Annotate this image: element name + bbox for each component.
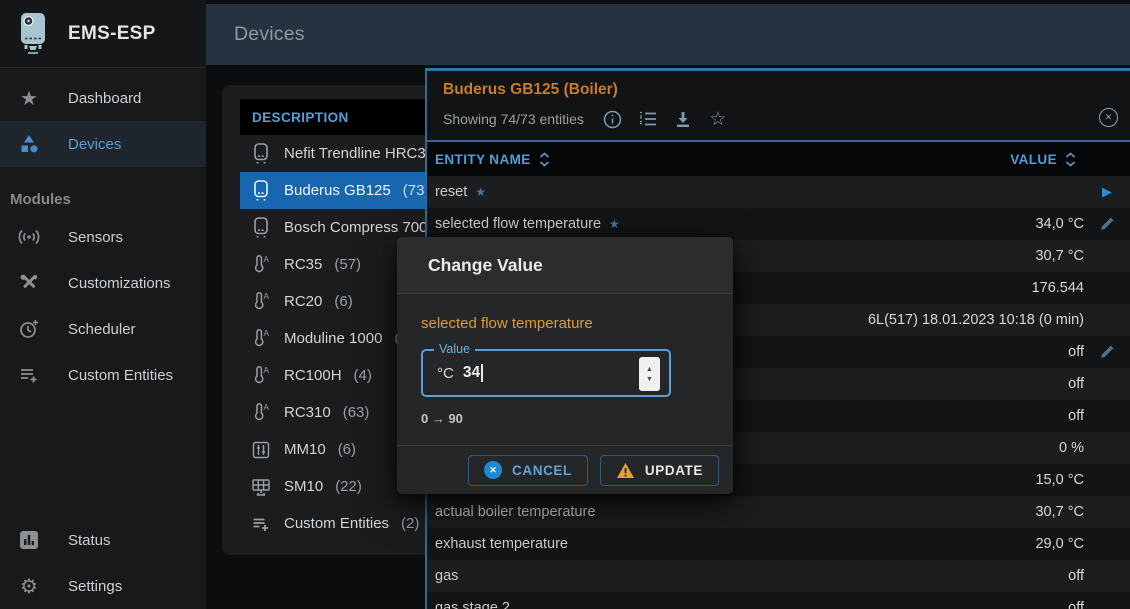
- dialog-entity-name: selected flow temperature: [421, 315, 709, 332]
- thermostat-icon: A: [250, 255, 272, 274]
- sidebar-item-label: Sensors: [68, 229, 123, 246]
- gear-icon: ⚙: [16, 574, 42, 599]
- favorites-filter-star-icon[interactable]: ☆: [708, 109, 728, 129]
- info-icon[interactable]: [603, 109, 623, 129]
- thermostat-icon: A: [250, 366, 272, 385]
- entities-panel-title: Buderus GB125 (Boiler): [427, 71, 1130, 101]
- table-row[interactable]: selected flow temperature★ 34,0 °C: [427, 208, 1130, 240]
- boiler-icon: [250, 217, 272, 238]
- value-unit: °C: [437, 365, 454, 382]
- column-value[interactable]: VALUE: [1010, 152, 1114, 167]
- change-value-dialog: Change Value selected flow temperature V…: [397, 237, 733, 494]
- sidebar-item-label: Settings: [68, 578, 122, 595]
- tools-icon: [16, 273, 42, 293]
- sidebar-item-label: Dashboard: [68, 90, 141, 107]
- page-title: Devices: [234, 23, 305, 46]
- edit-pencil-icon[interactable]: [1099, 216, 1115, 232]
- favorite-star-icon: ★: [609, 217, 620, 231]
- cancel-x-icon: ✕: [484, 461, 502, 479]
- category-icon: [16, 134, 42, 154]
- sort-icon: [1065, 152, 1076, 167]
- list-plus-icon: [16, 366, 42, 384]
- run-command-icon[interactable]: ▶: [1102, 184, 1112, 200]
- column-entity-name[interactable]: ENTITY NAME: [435, 152, 550, 167]
- spinner-down-icon[interactable]: ▼: [646, 376, 653, 383]
- svg-text:A: A: [264, 292, 270, 301]
- value-input[interactable]: Value °C 34 ▲ ▼: [421, 349, 671, 397]
- text-caret: [481, 364, 483, 382]
- sidebar-item-custom-entities[interactable]: Custom Entities: [0, 352, 206, 398]
- boiler-logo-icon: [12, 10, 54, 58]
- dialog-footer: ✕ CANCEL UPDATE: [397, 445, 733, 494]
- mixer-icon: [250, 441, 272, 459]
- status-chart-icon: [16, 530, 42, 550]
- close-panel-icon[interactable]: ✕: [1099, 108, 1118, 127]
- download-icon[interactable]: [673, 109, 693, 129]
- sidebar-item-scheduler[interactable]: Scheduler: [0, 306, 206, 352]
- sensor-broadcast-icon: [16, 228, 42, 246]
- sidebar-item-label: Scheduler: [68, 321, 136, 338]
- table-row[interactable]: actual boiler temperature 30,7 °C: [427, 496, 1130, 528]
- entities-toolbar: Showing 74/73 entities ☆ ✕: [427, 101, 1130, 142]
- boiler-icon: [250, 180, 272, 201]
- clock-plus-icon: [16, 319, 42, 339]
- sidebar-item-label: Customizations: [68, 275, 171, 292]
- numbered-list-icon[interactable]: [638, 109, 658, 129]
- sort-icon: [539, 152, 550, 167]
- dialog-title: Change Value: [397, 237, 733, 294]
- sidebar-item-label: Devices: [68, 136, 121, 153]
- svg-text:A: A: [264, 329, 270, 338]
- solar-panel-icon: [250, 478, 272, 496]
- spinner-up-icon[interactable]: ▲: [646, 366, 653, 373]
- thermostat-icon: A: [250, 329, 272, 348]
- table-row[interactable]: gas off: [427, 560, 1130, 592]
- value-range-hint: 0 → 90: [421, 411, 709, 426]
- sidebar-item-status[interactable]: Status: [0, 517, 206, 563]
- list-plus-icon: [250, 516, 272, 532]
- sidebar-item-customizations[interactable]: Customizations: [0, 260, 206, 306]
- page-header: Devices: [206, 4, 1130, 65]
- modules-section-label: Modules: [10, 191, 206, 208]
- sidebar: EMS-ESP ★ Dashboard Devices Modules: [0, 0, 206, 609]
- star-icon: ★: [16, 86, 42, 111]
- svg-text:A: A: [264, 366, 270, 375]
- sidebar-item-sensors[interactable]: Sensors: [0, 214, 206, 260]
- showing-entities-count: Showing 74/73 entities: [443, 111, 584, 127]
- svg-text:A: A: [264, 255, 270, 264]
- thermostat-icon: A: [250, 292, 272, 311]
- sidebar-item-label: Status: [68, 532, 111, 549]
- value-input-label: Value: [434, 342, 475, 356]
- favorite-star-icon: ★: [475, 185, 486, 199]
- number-spinner[interactable]: ▲ ▼: [639, 357, 660, 391]
- sidebar-item-devices[interactable]: Devices: [0, 121, 206, 167]
- edit-pencil-icon[interactable]: [1099, 344, 1115, 360]
- sidebar-item-dashboard[interactable]: ★ Dashboard: [0, 75, 206, 121]
- value-input-text: 34: [463, 364, 480, 382]
- thermostat-icon: A: [250, 403, 272, 422]
- entities-table-header: ENTITY NAME VALUE: [427, 142, 1130, 176]
- table-row[interactable]: reset★ ▶: [427, 176, 1130, 208]
- sidebar-item-label: Custom Entities: [68, 367, 173, 384]
- app-title: EMS-ESP: [68, 23, 156, 45]
- warning-triangle-icon: [616, 462, 635, 479]
- update-button[interactable]: UPDATE: [600, 455, 719, 486]
- svg-text:A: A: [264, 403, 270, 412]
- boiler-icon: [250, 143, 272, 164]
- cancel-button[interactable]: ✕ CANCEL: [468, 455, 588, 486]
- app-logo-area: EMS-ESP: [0, 0, 206, 68]
- table-row[interactable]: exhaust temperature 29,0 °C: [427, 528, 1130, 560]
- sidebar-item-settings[interactable]: ⚙ Settings: [0, 563, 206, 609]
- table-row[interactable]: gas stage 2 off: [427, 592, 1130, 609]
